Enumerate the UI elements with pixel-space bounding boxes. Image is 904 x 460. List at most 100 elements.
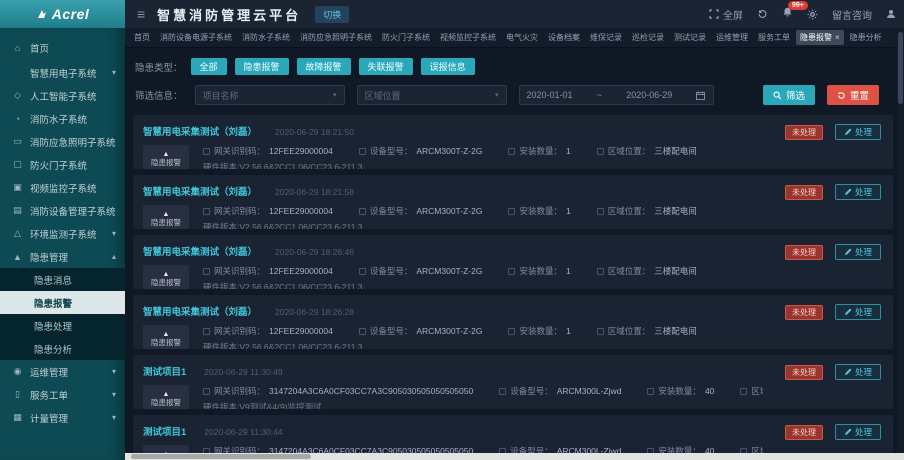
field-label: 设备型号： [369, 206, 413, 216]
message-link[interactable]: 留言咨询 [832, 7, 872, 22]
tab-7[interactable]: 设备档案 [544, 30, 584, 45]
field-label: 设备型号： [369, 326, 413, 336]
vertical-scrollbar-thumb[interactable] [898, 32, 903, 104]
field-icon [596, 147, 604, 155]
search-button[interactable]: 筛选 [762, 85, 815, 105]
chevron-up-icon: ▴ [111, 252, 116, 261]
tab-1[interactable]: 消防设备电源子系统 [156, 30, 236, 45]
sidebar-item-3[interactable]: ◔ 消防水子系统 [0, 107, 125, 130]
alarm-title-link[interactable]: 智慧用电采集测试（刘磊） [143, 247, 257, 258]
tab-bar: 首页 消防设备电源子系统 消防水子系统 消防应急照明子系统 防火门子系统 视频监控子系统 电… [125, 28, 904, 48]
area-select[interactable]: 区域位置 ▾ [356, 85, 507, 105]
tab-5[interactable]: 视频监控子系统 [436, 30, 500, 45]
sidebar-item-9[interactable]: ▲ 隐患管理 ▴ [0, 245, 125, 268]
sidebar-item-7[interactable]: ▤ 消防设备管理子系统 [0, 199, 125, 222]
sidebar-subitem-2[interactable]: 隐患处理 [0, 314, 125, 337]
alarm-field: 区域位置： 三楼配电间 [596, 265, 697, 277]
tab-8[interactable]: 维保记录 [586, 30, 626, 45]
alarm-type-label: 隐患报警 [151, 157, 181, 167]
handle-button[interactable]: 处理 [834, 124, 881, 140]
gear-icon [807, 8, 818, 20]
sidebar-item-10[interactable]: ◉ 运维管理 ▾ [0, 360, 125, 383]
sidebar-item-label: 运维管理 [30, 367, 69, 379]
sidebar-item-4[interactable]: ▭ 消防应急照明子系统 [0, 130, 125, 153]
sidebar-subitem-3[interactable]: 隐患分析 [0, 337, 125, 360]
sidebar-item-11[interactable]: ▯ 服务工单 ▾ [0, 383, 125, 406]
pencil-icon [844, 368, 852, 376]
menu-toggle-icon[interactable]: ≡ [137, 6, 145, 22]
sidebar-subitem-1[interactable]: 隐患报警 [0, 291, 125, 314]
alarm-field-line: 网关识别码： 3147204A3C6A0CF03CC7A3C90503050505… [203, 385, 763, 397]
alarm-title-link[interactable]: 测试项目1 [143, 367, 186, 378]
tab-12[interactable]: 服务工单 [754, 30, 794, 45]
alarm-title-link[interactable]: 智慧用电采集测试（刘磊） [143, 307, 257, 318]
tab-2[interactable]: 消防水子系统 [238, 30, 294, 45]
alarm-fields: 网关识别码： 3147204A3C6A0CF03CC7A3C90503050505… [203, 445, 763, 453]
reset-button[interactable]: 重置 [826, 85, 879, 105]
sidebar-item-label: 防火门子系统 [30, 160, 88, 172]
tab-11[interactable]: 运维管理 [712, 30, 752, 45]
alarm-title-link[interactable]: 智慧用电采集测试（刘磊） [143, 187, 257, 198]
type-filter-button-2[interactable]: 故障报警 [296, 58, 351, 75]
type-filter-button-3[interactable]: 失联报警 [358, 58, 413, 75]
alarm-row-controls: 未处理 处理 [784, 184, 881, 200]
sidebar-item-0[interactable]: ⌂ 首页 [0, 34, 125, 61]
tab-6[interactable]: 电气火灾 [502, 30, 542, 45]
tab-label: 消防水子系统 [242, 33, 290, 42]
handle-button[interactable]: 处理 [834, 364, 881, 380]
settings-button[interactable] [807, 8, 818, 20]
handle-button[interactable]: 处理 [834, 304, 881, 320]
sidebar-item-5[interactable]: ▢ 防火门子系统 [0, 153, 125, 176]
horizontal-scrollbar[interactable] [125, 453, 904, 460]
field-label: 区域位置： [751, 386, 763, 396]
alarm-field: 区域位置： 三楼配电间 [596, 325, 697, 337]
alarm-type-label: 隐患报警 [151, 337, 181, 347]
refresh-button[interactable] [757, 9, 768, 19]
alarm-title-link[interactable]: 测试项目1 [143, 427, 186, 438]
close-tab-icon[interactable]: × [835, 33, 840, 42]
tab-9[interactable]: 巡检记录 [628, 30, 668, 45]
alarm-type-label: 隐患报警 [151, 277, 181, 287]
alarm-title-link[interactable]: 智慧用电采集测试（刘磊） [143, 127, 257, 138]
type-filter-button-0[interactable]: 全部 [190, 58, 227, 75]
type-filter-button-1[interactable]: 隐患报警 [234, 58, 289, 75]
fullscreen-button[interactable]: 全屏 [709, 7, 743, 22]
handle-button[interactable]: 处理 [834, 244, 881, 260]
sidebar-subitem-0[interactable]: 隐患消息 [0, 268, 125, 291]
tab-14[interactable]: 隐患分析 [846, 30, 886, 45]
user-button[interactable] [886, 9, 896, 19]
alarm-row-header: 智慧用电采集测试（刘磊） 2020-06-29 18:26:46 [143, 242, 883, 260]
main-content: 隐患类型： 全部 隐患报警 故障报警 失联报警 误报信息 筛选信息： 项目名称 ▾ 区域… [125, 48, 897, 453]
sidebar-item-1[interactable]: 智慧用电子系统 ▾ [0, 61, 125, 84]
tab-10[interactable]: 测试记录 [670, 30, 710, 45]
water-icon: ◔ [14, 113, 21, 124]
sidebar-item-8[interactable]: △ 环境监测子系统 ▾ [0, 222, 125, 245]
switch-button[interactable]: 切换 [315, 5, 350, 23]
tab-3[interactable]: 消防应急照明子系统 [296, 30, 376, 45]
alarm-type-label: 隐患报警 [151, 217, 181, 227]
project-select[interactable]: 项目名称 ▾ [194, 85, 345, 105]
field-icon [203, 147, 210, 155]
sidebar-item-12[interactable]: ▦ 计量管理 ▾ [0, 406, 125, 429]
tab-13[interactable]: 隐患报警 × [796, 30, 844, 45]
field-label: 区域位置： [607, 266, 651, 276]
alarm-field: 网关识别码： 12FEE29000004 [203, 325, 333, 337]
type-filter-button-4[interactable]: 误报信息 [420, 58, 475, 75]
handle-button[interactable]: 处理 [834, 424, 881, 440]
sidebar-item-6[interactable]: ▣ 视频监控子系统 [0, 176, 125, 199]
notifications-button[interactable]: 99+ [782, 1, 808, 21]
alarm-type-filter-row: 隐患类型： 全部 隐患报警 故障报警 失联报警 误报信息 [135, 58, 893, 75]
alarm-row-controls: 未处理 处理 [784, 124, 881, 140]
date-range-picker[interactable]: 2020-01-01 ~ 2020-06-29 [518, 85, 714, 105]
tab-0[interactable]: 首页 [130, 30, 154, 45]
handle-button[interactable]: 处理 [834, 184, 881, 200]
tab-4[interactable]: 防火门子系统 [378, 30, 434, 45]
filter-info-label: 筛选信息： [135, 91, 183, 102]
alarm-field: 区域位置： 三楼配电间 [596, 145, 697, 157]
field-label: 设备型号： [369, 146, 413, 156]
horizontal-scrollbar-thumb[interactable] [131, 454, 311, 459]
tab-label: 首页 [134, 33, 150, 42]
alarm-field: 设备型号： ARCM300L-Zjwd [499, 445, 621, 453]
vertical-scrollbar[interactable] [897, 28, 904, 453]
sidebar-item-2[interactable]: ◇ 人工智能子系统 [0, 84, 125, 107]
